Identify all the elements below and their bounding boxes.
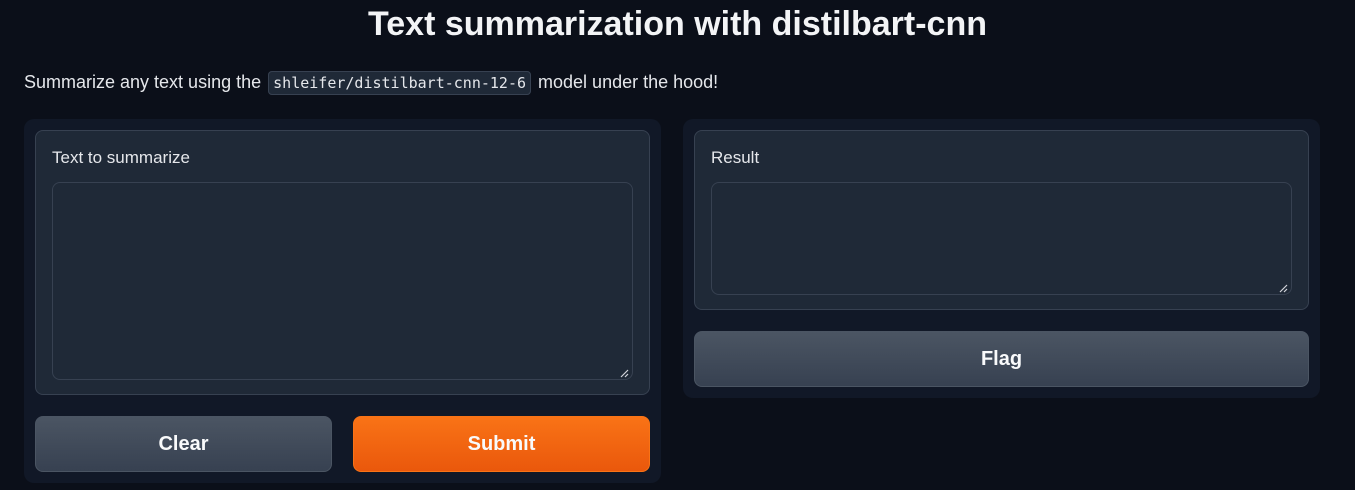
- output-panel: Result Flag: [683, 119, 1320, 398]
- description-prefix: Summarize any text using the: [24, 72, 262, 92]
- description-suffix: model under the hood!: [538, 72, 719, 92]
- output-block: Result: [694, 130, 1309, 310]
- submit-button[interactable]: Submit: [353, 416, 650, 472]
- model-code: shleifer/distilbart-cnn-12-6: [268, 71, 532, 95]
- input-block: Text to summarize: [35, 130, 650, 395]
- description: Summarize any text using the shleifer/di…: [24, 68, 718, 97]
- resize-handle-icon[interactable]: [1278, 283, 1288, 293]
- input-panel: Text to summarize Clear Submit: [24, 119, 661, 483]
- text-to-summarize-input[interactable]: [52, 182, 633, 380]
- input-wrapper: [36, 131, 649, 394]
- page-title: Text summarization with distilbart-cnn: [368, 5, 987, 43]
- output-wrapper: [695, 131, 1308, 309]
- result-output[interactable]: [711, 182, 1292, 295]
- resize-handle-icon[interactable]: [619, 368, 629, 378]
- clear-button[interactable]: Clear: [35, 416, 332, 472]
- flag-button[interactable]: Flag: [694, 331, 1309, 387]
